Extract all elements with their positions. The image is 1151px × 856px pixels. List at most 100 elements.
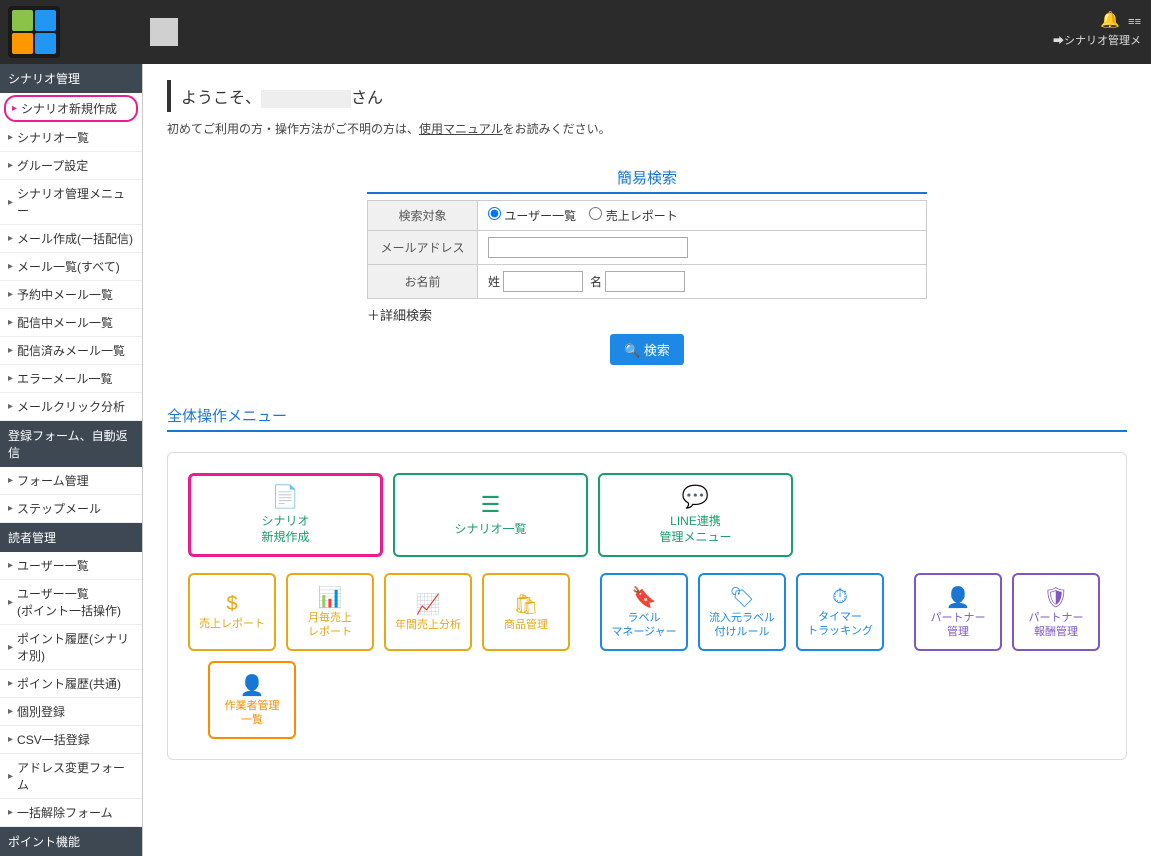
menu-small-card[interactable]: 🛡パートナー 報酬管理 bbox=[1012, 573, 1100, 651]
chat-icon: 💬 bbox=[682, 484, 709, 510]
$-icon: $ bbox=[226, 593, 237, 616]
bar-icon: 📊 bbox=[318, 585, 343, 610]
sidebar-item[interactable]: ▸フォーム管理 bbox=[0, 467, 142, 495]
card-label: 年間売上分析 bbox=[395, 619, 461, 632]
sidebar-item[interactable]: ▸ ユーザー一覧 (ポイント一括操作) bbox=[0, 580, 142, 625]
qs-radio-users[interactable]: ユーザー一覧 bbox=[488, 209, 576, 223]
sidebar-item-label: CSV一括登録 bbox=[17, 731, 90, 748]
menu-big-card[interactable]: 📄 シナリオ新規作成 bbox=[188, 473, 383, 557]
sidebar-item[interactable]: ▸メール作成(一括配信) bbox=[0, 225, 142, 253]
chevron-right-icon: ▸ bbox=[8, 706, 13, 717]
sidebar-item[interactable]: ▸シナリオ新規作成 bbox=[4, 95, 138, 122]
card-label: ラベル マネージャー bbox=[611, 612, 676, 638]
sidebar-item[interactable]: ▸ 予約中メール一覧 bbox=[0, 281, 142, 309]
sidebar-item-label: ユーザー一覧 bbox=[17, 557, 89, 574]
qs-email-label: メールアドレス bbox=[368, 231, 478, 265]
menu-small-card[interactable]: 👤作業者管理 一覧 bbox=[208, 661, 296, 739]
list-icon: ☰ bbox=[481, 492, 501, 518]
sidebar-item[interactable]: ▸ エラーメール一覧 bbox=[0, 365, 142, 393]
sidebar-header: ポイント機能 bbox=[0, 827, 142, 856]
qs-surname-input[interactable] bbox=[503, 271, 583, 292]
bell-icon[interactable]: 🔔 bbox=[1100, 12, 1120, 29]
menu-big-card[interactable]: ☰シナリオ一覧 bbox=[393, 473, 588, 557]
search-icon: 🔍 bbox=[624, 343, 640, 358]
card-label: LINE連携管理メニュー bbox=[659, 514, 731, 545]
card-label: シナリオ新規作成 bbox=[261, 514, 309, 545]
search-button[interactable]: 🔍 検索 bbox=[610, 334, 684, 365]
chevron-right-icon: ▸ bbox=[8, 678, 13, 689]
sidebar-item-label: アドレス変更フォーム bbox=[17, 759, 134, 793]
sidebar-item[interactable]: ▸ ポイント履歴(共通) bbox=[0, 670, 142, 698]
menu-big-card[interactable]: 💬 LINE連携管理メニュー bbox=[598, 473, 793, 557]
sidebar-item[interactable]: ▸配信済みメール一覧 bbox=[0, 337, 142, 365]
chevron-right-icon: ▸ bbox=[8, 373, 13, 384]
chart-icon: 📈 bbox=[416, 592, 441, 617]
username-placeholder bbox=[261, 90, 351, 108]
chevron-right-icon: ▸ bbox=[8, 401, 13, 412]
clock-icon: ⏱ bbox=[832, 586, 848, 609]
shield-icon: 🛡 bbox=[1043, 585, 1068, 610]
bookmark-icon: 🔖 bbox=[632, 585, 657, 610]
sidebar-item[interactable]: ▸シナリオ管理メニュー bbox=[0, 180, 142, 225]
sidebar-item-label: ユーザー一覧 (ポイント一括操作) bbox=[17, 585, 121, 619]
sidebar-item-label: ポイント履歴(シナリオ別) bbox=[17, 630, 134, 664]
card-label: 商品管理 bbox=[504, 619, 548, 632]
manual-link[interactable]: 使用マニュアル bbox=[419, 122, 503, 136]
intro-text: 初めてご利用の方・操作方法がご不明の方は、使用マニュアルをお読みください。 bbox=[167, 120, 1127, 137]
file-plus-icon: 📄 bbox=[272, 484, 299, 510]
sidebar-item-label: グループ設定 bbox=[17, 157, 88, 174]
sidebar-item-label: メール一覧(すべて) bbox=[17, 258, 120, 275]
chevron-right-icon: ▸ bbox=[8, 807, 13, 818]
chevron-right-icon: ▸ bbox=[8, 317, 13, 328]
menu-small-card[interactable]: 👤パートナー 管理 bbox=[914, 573, 1002, 651]
sidebar-item-label: エラーメール一覧 bbox=[17, 370, 113, 387]
quick-search-title: 簡易検索 bbox=[367, 167, 927, 194]
chevron-right-icon: ▸ bbox=[8, 771, 13, 782]
menu-small-card[interactable]: 🏷流入元ラベル 付けルール bbox=[698, 573, 786, 651]
chevron-right-icon: ▸ bbox=[8, 597, 13, 608]
app-logo[interactable] bbox=[8, 6, 60, 58]
chevron-right-icon: ▸ bbox=[8, 289, 13, 300]
sidebar-item-label: シナリオ管理メニュー bbox=[17, 185, 134, 219]
qs-email-input[interactable] bbox=[488, 237, 688, 258]
chevron-right-icon: ▸ bbox=[8, 261, 13, 272]
sidebar-item-label: 配信中メール一覧 bbox=[17, 314, 113, 331]
sidebar-item[interactable]: ▸CSV一括登録 bbox=[0, 726, 142, 754]
menu-small-card[interactable]: 📊月毎売上 レポート bbox=[286, 573, 374, 651]
sidebar-item[interactable]: ▸一括解除フォーム bbox=[0, 799, 142, 827]
sidebar-header: シナリオ管理 bbox=[0, 64, 142, 93]
sidebar-item[interactable]: ▸ステップメール bbox=[0, 495, 142, 523]
sidebar-item[interactable]: ▸ メール一覧(すべて) bbox=[0, 253, 142, 281]
card-label: 流入元ラベル 付けルール bbox=[709, 612, 775, 638]
sidebar-item[interactable]: ▸個別登録 bbox=[0, 698, 142, 726]
sidebar: シナリオ管理▸シナリオ新規作成▸シナリオ一覧▸グループ設定▸シナリオ管理メニュー… bbox=[0, 64, 143, 856]
sidebar-item-label: シナリオ一覧 bbox=[17, 129, 89, 146]
card-label: パートナー 管理 bbox=[931, 612, 986, 638]
sidebar-item[interactable]: ▸ アドレス変更フォーム bbox=[0, 754, 142, 799]
menu-small-card[interactable]: 🛍商品管理 bbox=[482, 573, 570, 651]
sidebar-item-label: 予約中メール一覧 bbox=[17, 286, 113, 303]
sidebar-item[interactable]: ▸メールクリック分析 bbox=[0, 393, 142, 421]
qs-radio-sales[interactable]: 売上レポート bbox=[589, 209, 677, 223]
card-label: 売上レポート bbox=[199, 618, 265, 631]
sidebar-item[interactable]: ▸ シナリオ一覧 bbox=[0, 124, 142, 152]
card-label: パートナー 報酬管理 bbox=[1029, 612, 1084, 638]
chevron-right-icon: ▸ bbox=[8, 560, 13, 571]
sidebar-item[interactable]: ▸ グループ設定 bbox=[0, 152, 142, 180]
chevron-right-icon: ▸ bbox=[8, 132, 13, 143]
menu-small-card[interactable]: $ 売上レポート bbox=[188, 573, 276, 651]
chevron-right-icon: ▸ bbox=[8, 503, 13, 514]
sidebar-item-label: シナリオ新規作成 bbox=[21, 100, 117, 117]
chevron-right-icon: ▸ bbox=[8, 160, 13, 171]
qs-name-label: お名前 bbox=[368, 265, 478, 299]
sidebar-item[interactable]: ▸ ユーザー一覧 bbox=[0, 552, 142, 580]
qs-detail-toggle[interactable]: ＋詳細検索 bbox=[367, 305, 927, 324]
qs-target-label: 検索対象 bbox=[368, 201, 478, 231]
menu-small-card[interactable]: ⏱タイマー トラッキング bbox=[796, 573, 884, 651]
sidebar-item-label: ポイント履歴(共通) bbox=[17, 675, 121, 692]
menu-small-card[interactable]: 📈 年間売上分析 bbox=[384, 573, 472, 651]
menu-small-card[interactable]: 🔖ラベル マネージャー bbox=[600, 573, 688, 651]
sidebar-item[interactable]: ▸ 配信中メール一覧 bbox=[0, 309, 142, 337]
qs-firstname-input[interactable] bbox=[605, 271, 685, 292]
card-label: タイマー トラッキング bbox=[807, 611, 873, 637]
